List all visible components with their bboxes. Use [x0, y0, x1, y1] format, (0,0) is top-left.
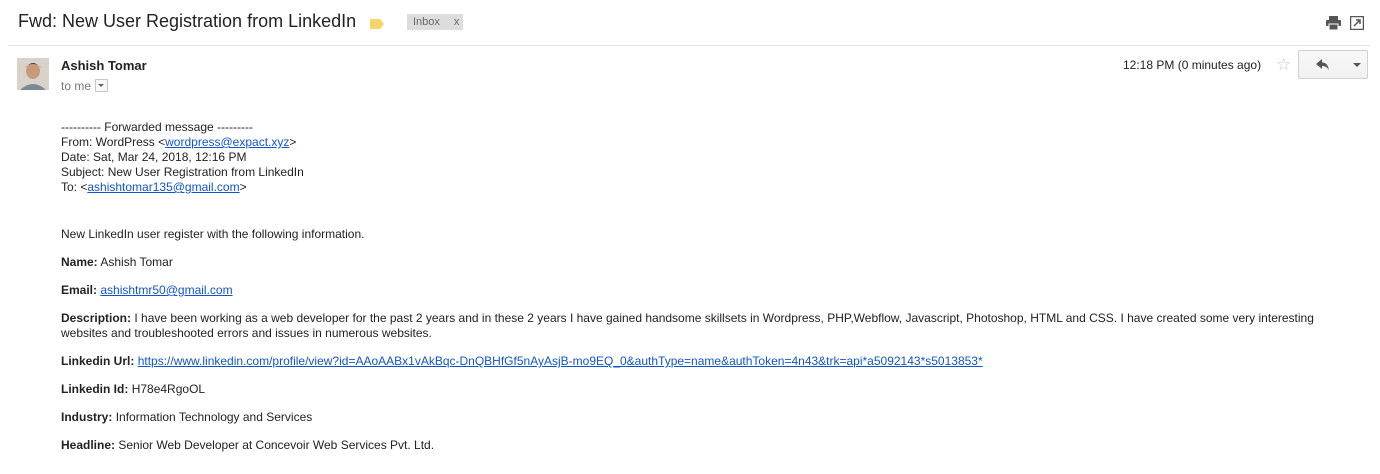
message-body: ---------- Forwarded message --------- F…	[61, 120, 1351, 453]
forwarded-to-label: To: <	[61, 180, 88, 194]
field-description-value: I have been working as a web developer f…	[61, 311, 1314, 340]
reply-icon	[1316, 59, 1329, 70]
field-headline-value: Senior Web Developer at Concevoir Web Se…	[118, 438, 435, 452]
chevron-down-icon	[1353, 63, 1361, 67]
inbox-label-text: Inbox	[413, 16, 440, 28]
inbox-label-chip[interactable]: Inbox x	[407, 14, 464, 30]
forwarded-to: To: <ashishtomar135@gmail.com>	[61, 180, 1351, 195]
field-linkedin-url-link[interactable]: https://www.linkedin.com/profile/view?id…	[138, 354, 983, 368]
forwarded-from-email-link[interactable]: wordpress@expact.xyz	[165, 135, 289, 149]
avatar[interactable]	[17, 58, 49, 90]
forwarded-from-label: From: WordPress <	[61, 135, 166, 149]
message-timestamp: 12:18 PM (0 minutes ago)	[1123, 58, 1262, 72]
more-actions-button[interactable]	[1346, 50, 1368, 79]
field-linkedin-id-value: H78e4RgoOL	[131, 382, 206, 396]
field-headline-label: Headline:	[61, 438, 116, 452]
field-name-value: Ashish Tomar	[100, 255, 173, 269]
field-headline: Headline: Senior Web Developer at Concev…	[61, 438, 1351, 453]
field-description-label: Description:	[61, 311, 132, 325]
recipient-details[interactable]: to me	[61, 79, 109, 93]
field-email: Email: ashishtmr50@gmail.com	[61, 283, 1351, 298]
field-linkedin-id: Linkedin Id: H78e4RgoOL	[61, 382, 1351, 397]
field-name-label: Name:	[61, 255, 98, 269]
forwarded-header: ---------- Forwarded message ---------	[61, 120, 253, 134]
forwarded-subject: Subject: New User Registration from Link…	[61, 165, 304, 179]
field-name: Name: Ashish Tomar	[61, 255, 1351, 270]
recipient-line: to me	[61, 79, 92, 93]
field-linkedin-id-label: Linkedin Id:	[61, 382, 129, 396]
field-description: Description: I have been working as a we…	[61, 311, 1351, 341]
field-email-label: Email:	[61, 283, 98, 297]
reply-button[interactable]	[1298, 50, 1347, 79]
new-window-icon[interactable]	[1349, 15, 1365, 35]
email-subject: Fwd: New User Registration from LinkedIn	[18, 11, 357, 31]
header-divider	[8, 45, 1370, 46]
show-details-icon[interactable]	[95, 79, 109, 93]
print-icon[interactable]	[1326, 16, 1341, 35]
field-industry-label: Industry:	[61, 410, 113, 424]
remove-label-button[interactable]: x	[454, 16, 460, 28]
forwarded-from-suffix: >	[289, 135, 297, 149]
forwarded-to-email-link[interactable]: ashishtomar135@gmail.com	[87, 180, 239, 194]
field-linkedin-url: Linkedin Url: https://www.linkedin.com/p…	[61, 354, 1351, 369]
field-email-link[interactable]: ashishtmr50@gmail.com	[100, 283, 232, 297]
forwarded-to-suffix: >	[239, 180, 247, 194]
field-linkedin-url-label: Linkedin Url:	[61, 354, 135, 368]
forwarded-date: Date: Sat, Mar 24, 2018, 12:16 PM	[61, 150, 247, 164]
sender-name: Ashish Tomar	[61, 58, 147, 73]
label-tag-icon[interactable]	[370, 16, 384, 34]
star-icon[interactable]: ☆	[1276, 56, 1291, 74]
forwarded-from: From: WordPress <wordpress@expact.xyz>	[61, 135, 1351, 150]
message-intro: New LinkedIn user register with the foll…	[61, 227, 365, 241]
field-industry-value: Information Technology and Services	[115, 410, 313, 424]
field-industry: Industry: Information Technology and Ser…	[61, 410, 1351, 425]
